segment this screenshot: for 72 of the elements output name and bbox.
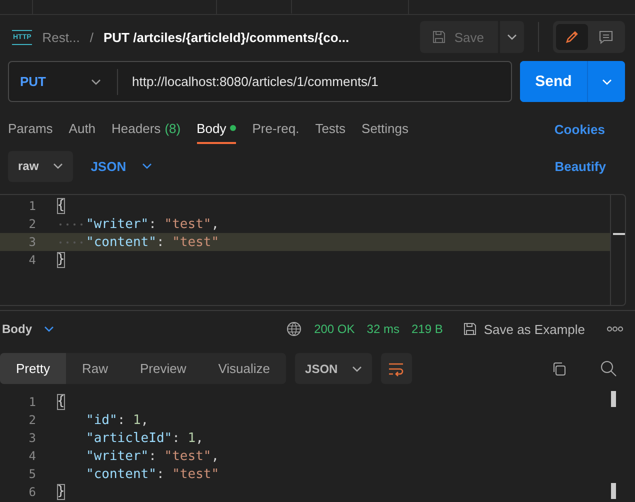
view-mode-tab[interactable]: Raw <box>66 353 124 384</box>
caret-icon <box>91 78 101 84</box>
scrollbar-thumb[interactable] <box>611 391 616 407</box>
body-mode-dropdown[interactable]: raw <box>8 150 73 182</box>
line-number: 1 <box>28 395 36 409</box>
view-mode-tab[interactable]: Preview <box>124 353 202 384</box>
line-number: 4 <box>28 253 36 267</box>
search-icon <box>600 360 617 377</box>
save-as-example-button[interactable]: Save as Example <box>456 320 591 338</box>
code-line: } <box>57 484 65 500</box>
line-number: 1 <box>28 199 36 213</box>
response-time: 32 ms <box>366 322 400 336</box>
scrollbar-thumb[interactable] <box>613 233 625 235</box>
request-tab[interactable]: Headers (8) <box>112 114 181 144</box>
code-line: "content": "test" <box>57 234 220 250</box>
caret-icon <box>352 366 362 372</box>
copy-icon <box>551 360 567 376</box>
line-number: 2 <box>28 217 36 231</box>
code-line: "content": "test" <box>85 466 220 482</box>
line-number: 5 <box>28 467 36 481</box>
body-format-dropdown[interactable]: JSON <box>84 158 158 174</box>
code-line: "id": 1, <box>85 412 149 428</box>
request-tab[interactable]: Body <box>196 114 236 144</box>
view-mode-tab[interactable]: Pretty <box>0 353 66 384</box>
response-format-dropdown[interactable]: JSON <box>295 353 372 384</box>
more-options-button[interactable] <box>607 326 623 332</box>
code-line: "writer": "test", <box>57 216 220 232</box>
request-tab[interactable]: Settings <box>362 114 409 144</box>
response-size: 219 B <box>411 322 443 336</box>
caret-icon <box>44 326 54 332</box>
wrap-lines-icon <box>387 360 406 376</box>
url-input[interactable]: http://localhost:8080/articles/1/comments/1 <box>118 74 511 89</box>
line-number: 6 <box>28 485 36 499</box>
caret-icon <box>602 78 612 84</box>
wrap-lines-button[interactable] <box>380 353 412 384</box>
code-line: { <box>57 198 65 214</box>
code-line: "articleId": 1, <box>85 430 204 446</box>
floppy-disk-icon <box>432 30 446 44</box>
status-code: 200 OK <box>314 322 355 336</box>
pencil-icon <box>564 29 580 45</box>
beautify-link[interactable]: Beautify <box>554 158 606 174</box>
line-number: 3 <box>28 235 36 249</box>
comment-icon <box>598 29 614 45</box>
scrollbar-thumb[interactable] <box>611 483 616 499</box>
view-mode-tab[interactable]: Visualize <box>202 353 286 384</box>
line-number: 2 <box>28 413 36 427</box>
code-line: } <box>57 252 65 268</box>
caret-icon <box>507 34 517 40</box>
response-section-dropdown[interactable]: Body <box>2 322 54 336</box>
cookies-link[interactable]: Cookies <box>554 122 627 136</box>
request-tab[interactable]: Auth <box>68 114 96 144</box>
copy-button[interactable] <box>551 360 567 376</box>
breadcrumb-separator: / <box>90 30 94 44</box>
save-options-button[interactable] <box>500 21 524 53</box>
line-number: 4 <box>28 449 36 463</box>
floppy-disk-icon <box>462 322 477 336</box>
code-line: "writer": "test", <box>85 448 220 464</box>
request-body-editor[interactable]: 1 { 2 "writer": "test", 3 "content": "test" 4 } <box>0 194 626 306</box>
method-dropdown[interactable]: PUT <box>9 62 117 101</box>
edit-mode-button[interactable] <box>556 24 588 50</box>
more-icon <box>607 326 623 332</box>
code-line: { <box>57 394 65 410</box>
caret-icon <box>52 163 63 169</box>
globe-icon <box>286 321 302 337</box>
caret-icon <box>142 163 152 169</box>
breadcrumb-parent[interactable]: Rest... <box>42 30 80 44</box>
request-tab[interactable]: Tests <box>315 114 346 144</box>
request-title: PUT /artciles/{articleId}/comments/{co... <box>103 30 350 44</box>
request-tab[interactable]: Pre-req. <box>252 114 300 144</box>
line-number: 3 <box>28 431 36 445</box>
request-tab[interactable]: Params <box>8 114 53 144</box>
search-button[interactable] <box>600 360 617 377</box>
